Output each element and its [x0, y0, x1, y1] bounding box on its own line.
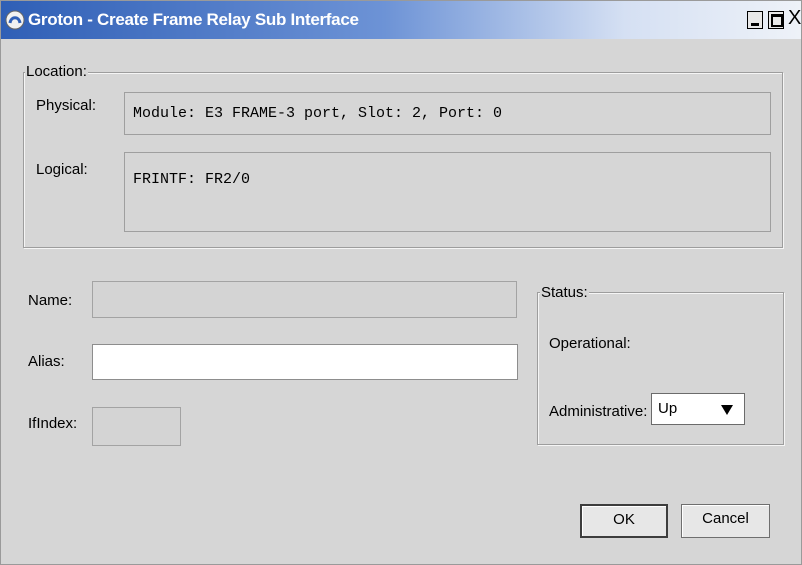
- physical-field: Module: E3 FRAME-3 port, Slot: 2, Port: …: [124, 92, 771, 135]
- app-icon: [5, 10, 25, 30]
- minimize-button[interactable]: [747, 11, 763, 29]
- name-label: Name:: [28, 292, 73, 309]
- ifindex-field[interactable]: [92, 407, 181, 446]
- status-legend: Status:: [540, 284, 589, 301]
- window-title: Groton - Create Frame Relay Sub Interfac…: [28, 10, 359, 29]
- operational-label: Operational:: [549, 335, 631, 352]
- name-field[interactable]: [92, 281, 517, 318]
- chevron-down-icon: [721, 405, 733, 415]
- alias-input[interactable]: [92, 344, 518, 380]
- administrative-select[interactable]: Up: [651, 393, 745, 425]
- administrative-selected-value: Up: [658, 400, 678, 417]
- logical-label: Logical:: [36, 161, 88, 178]
- logical-field: FRINTF: FR2/0: [124, 152, 771, 232]
- administrative-label: Administrative:: [549, 403, 648, 420]
- create-frame-relay-dialog: Groton - Create Frame Relay Sub Interfac…: [0, 0, 802, 565]
- alias-label: Alias:: [28, 353, 65, 370]
- ok-button[interactable]: OK: [580, 504, 668, 538]
- location-legend: Location:: [25, 63, 88, 80]
- close-button[interactable]: X: [788, 7, 801, 30]
- cancel-button[interactable]: Cancel: [681, 504, 770, 538]
- maximize-button[interactable]: [768, 11, 784, 29]
- title-bar[interactable]: Groton - Create Frame Relay Sub Interfac…: [1, 1, 801, 39]
- physical-label: Physical:: [36, 97, 97, 114]
- ifindex-label: IfIndex:: [28, 415, 78, 432]
